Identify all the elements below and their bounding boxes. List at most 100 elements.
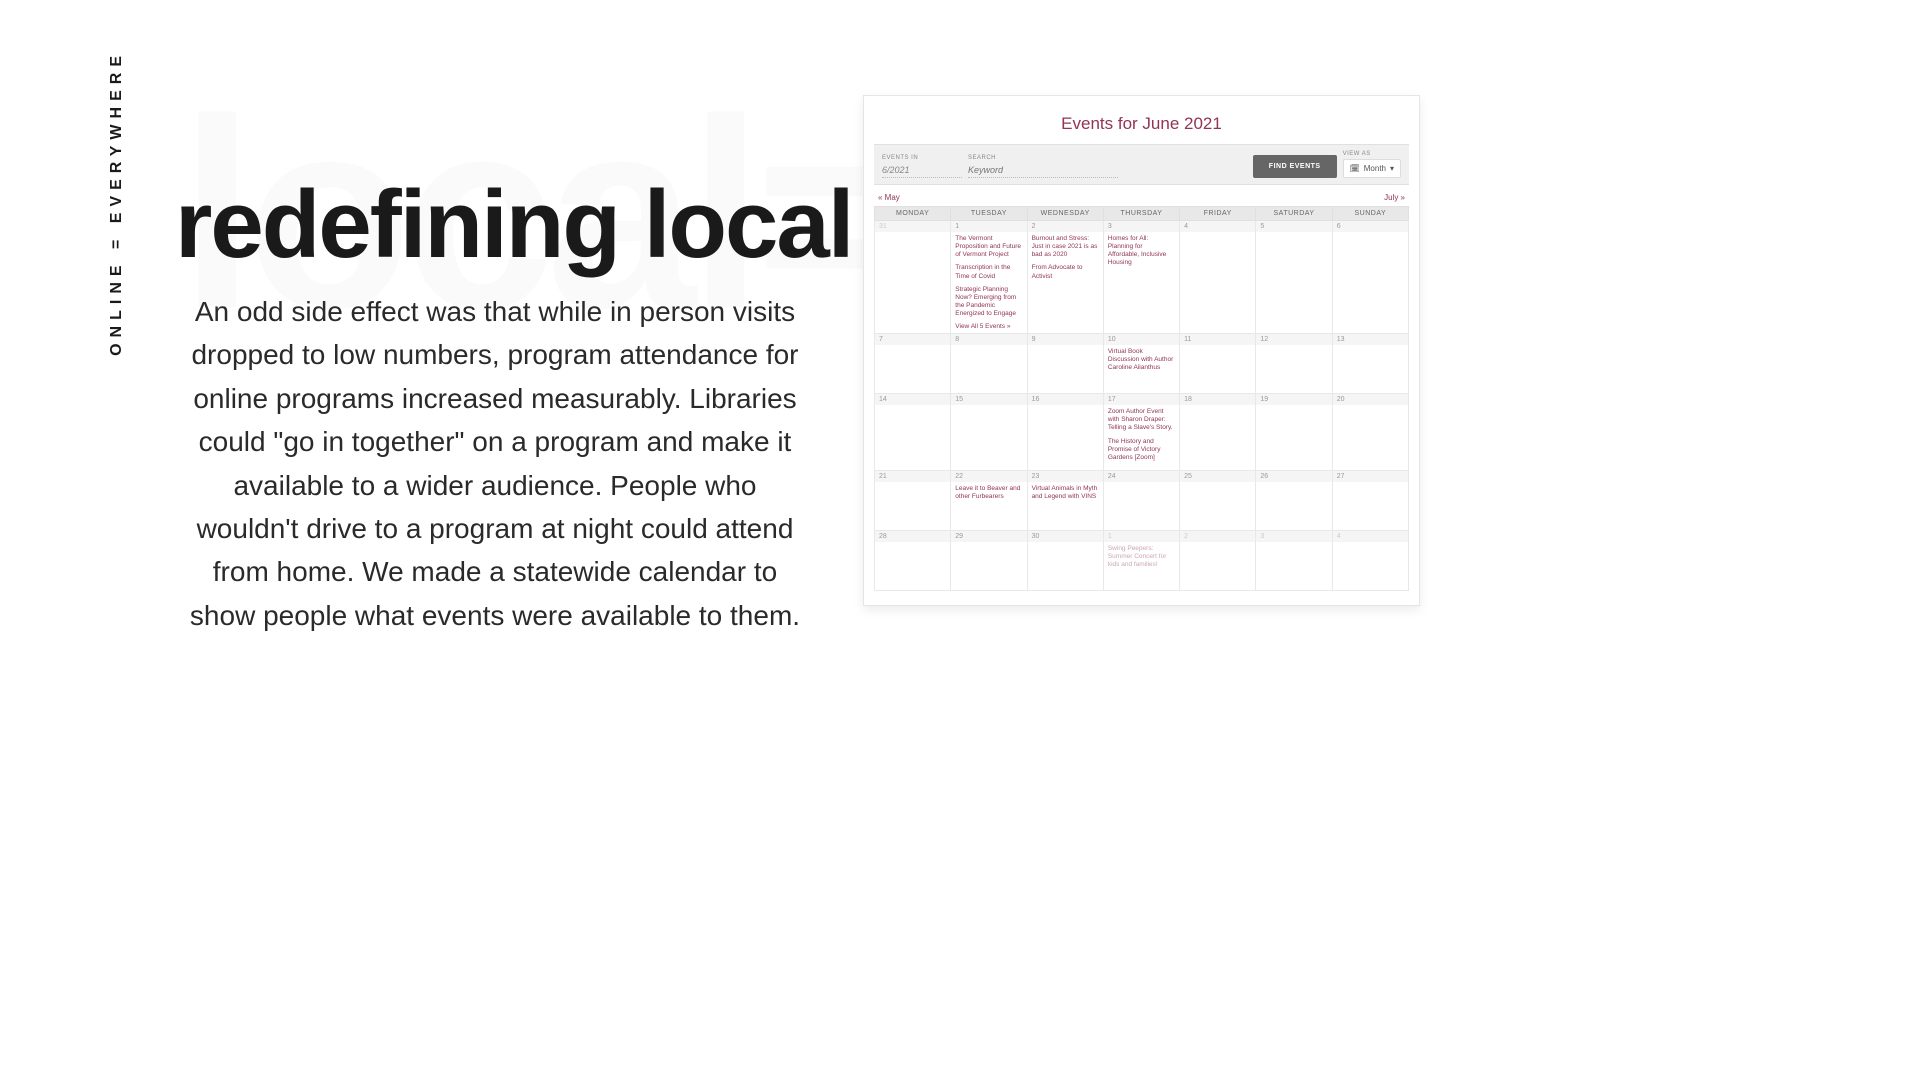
calendar-cell: 16	[1027, 394, 1103, 471]
view-as-select[interactable]: 🗓 Month ▾	[1343, 159, 1401, 178]
calendar-cell: 4	[1332, 530, 1408, 590]
calendar-cell: 22 Leave it to Beaver and other Furbearer…	[951, 470, 1027, 530]
event-link[interactable]: Strategic Planning Now? Emerging from th…	[955, 286, 1022, 319]
day-number: 28	[875, 531, 950, 542]
calendar-cell: 2 Burnout and Stress: Just in case 2021 i…	[1027, 221, 1103, 334]
sidebar-label: ONLINE = EVERYWHERE	[108, 50, 126, 356]
day-number: 13	[1333, 334, 1408, 345]
search-label: SEARCH	[968, 155, 1118, 161]
day-number: 21	[875, 471, 950, 482]
day-number: 19	[1256, 394, 1331, 405]
calendar-cell: 2	[1180, 530, 1256, 590]
day-number: 11	[1180, 334, 1255, 345]
calendar-icon: 🗓	[1350, 164, 1360, 173]
day-number: 8	[951, 334, 1026, 345]
day-number: 3	[1104, 221, 1179, 232]
day-header: WEDNESDAY	[1027, 207, 1103, 221]
calendar-toolbar: EVENTS IN SEARCH FIND EVENTS VIEW AS 🗓 M…	[874, 144, 1409, 185]
day-number: 1	[951, 221, 1026, 232]
calendar-nav: « May July »	[874, 185, 1409, 206]
calendar-cell: 24	[1103, 470, 1179, 530]
day-number: 24	[1104, 471, 1179, 482]
day-number: 1	[1104, 531, 1179, 542]
calendar-cell: 14	[875, 394, 951, 471]
day-header: SATURDAY	[1256, 207, 1332, 221]
calendar-cell: 4	[1180, 221, 1256, 334]
day-number: 29	[951, 531, 1026, 542]
event-link[interactable]: The Vermont Proposition and Future of Ve…	[955, 235, 1022, 259]
day-number: 15	[951, 394, 1026, 405]
event-link[interactable]: Zoom Author Event with Sharon Draper: Te…	[1108, 408, 1175, 432]
calendar-cell: 19	[1256, 394, 1332, 471]
event-link[interactable]: Swing Peepers: Summer Concert for kids a…	[1108, 545, 1175, 569]
day-number: 9	[1028, 334, 1103, 345]
calendar-cell: 17 Zoom Author Event with Sharon Draper: …	[1103, 394, 1179, 471]
day-number: 12	[1256, 334, 1331, 345]
calendar-cell: 25	[1180, 470, 1256, 530]
calendar-cell: 28	[875, 530, 951, 590]
calendar-cell: 31	[875, 221, 951, 334]
day-number: 16	[1028, 394, 1103, 405]
search-group: SEARCH	[968, 155, 1118, 178]
day-header: TUESDAY	[951, 207, 1027, 221]
calendar-cell: 11	[1180, 334, 1256, 394]
event-link[interactable]: The History and Promise of Victory Garde…	[1108, 438, 1175, 462]
event-link[interactable]: Leave it to Beaver and other Furbearers	[955, 485, 1022, 501]
calendar-cell: 26	[1256, 470, 1332, 530]
next-month-link[interactable]: July »	[1384, 193, 1405, 202]
event-link[interactable]: Virtual Book Discussion with Author Caro…	[1108, 348, 1175, 372]
day-number: 26	[1256, 471, 1331, 482]
calendar-cell: 12	[1256, 334, 1332, 394]
event-link[interactable]: Homes for All: Planning for Affordable, …	[1108, 235, 1175, 268]
day-number: 2	[1180, 531, 1255, 542]
calendar-cell: 9	[1027, 334, 1103, 394]
calendar-cell: 7	[875, 334, 951, 394]
day-number: 14	[875, 394, 950, 405]
day-number: 23	[1028, 471, 1103, 482]
prev-month-link[interactable]: « May	[878, 193, 900, 202]
search-input[interactable]	[968, 163, 1118, 178]
calendar-cell: 3	[1256, 530, 1332, 590]
events-in-group: EVENTS IN	[882, 155, 962, 178]
day-number: 27	[1333, 471, 1408, 482]
calendar-cell: 20	[1332, 394, 1408, 471]
day-header: THURSDAY	[1103, 207, 1179, 221]
day-number: 22	[951, 471, 1026, 482]
page-heading: redefining local	[175, 170, 852, 280]
calendar-cell: 15	[951, 394, 1027, 471]
event-link[interactable]: Burnout and Stress: Just in case 2021 is…	[1032, 235, 1099, 259]
find-events-button[interactable]: FIND EVENTS	[1253, 155, 1337, 178]
day-number: 18	[1180, 394, 1255, 405]
day-number: 20	[1333, 394, 1408, 405]
day-number: 7	[875, 334, 950, 345]
day-number: 2	[1028, 221, 1103, 232]
calendar-cell: 8	[951, 334, 1027, 394]
event-link[interactable]: From Advocate to Activist	[1032, 264, 1099, 280]
day-number: 3	[1256, 531, 1331, 542]
chevron-down-icon: ▾	[1390, 164, 1394, 173]
view-all-link[interactable]: View All 5 Events »	[955, 323, 1022, 330]
day-number: 4	[1180, 221, 1255, 232]
events-in-label: EVENTS IN	[882, 155, 962, 161]
day-number: 10	[1104, 334, 1179, 345]
events-in-input[interactable]	[882, 163, 962, 178]
calendar-cell: 1 The Vermont Proposition and Future of V…	[951, 221, 1027, 334]
day-number: 31	[875, 221, 950, 232]
calendar-cell: 10 Virtual Book Discussion with Author Ca…	[1103, 334, 1179, 394]
day-number: 4	[1333, 531, 1408, 542]
calendar-cell: 1 Swing Peepers: Summer Concert for kids …	[1103, 530, 1179, 590]
calendar-cell: 13	[1332, 334, 1408, 394]
view-as-group: VIEW AS 🗓 Month ▾	[1343, 151, 1401, 178]
body-paragraph: An odd side effect was that while in per…	[180, 290, 810, 637]
event-link[interactable]: Transcription in the Time of Covid	[955, 264, 1022, 280]
day-header: MONDAY	[875, 207, 951, 221]
day-number: 30	[1028, 531, 1103, 542]
event-link[interactable]: Virtual Animals in Myth and Legend with …	[1032, 485, 1099, 501]
day-number: 17	[1104, 394, 1179, 405]
calendar-cell: 6	[1332, 221, 1408, 334]
day-header: FRIDAY	[1180, 207, 1256, 221]
calendar-cell: 5	[1256, 221, 1332, 334]
calendar-grid: MONDAYTUESDAYWEDNESDAYTHURSDAYFRIDAYSATU…	[874, 206, 1409, 591]
day-number: 5	[1256, 221, 1331, 232]
calendar-cell: 29	[951, 530, 1027, 590]
